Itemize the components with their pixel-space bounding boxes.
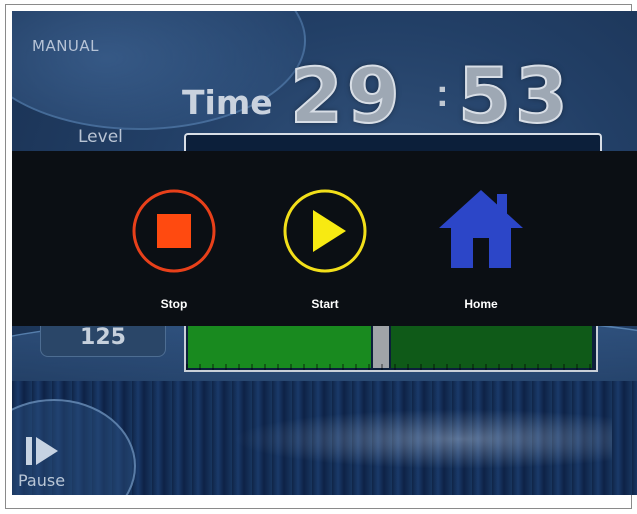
progress-remaining-segment [391, 326, 592, 368]
pause-button[interactable]: Pause [18, 427, 98, 493]
stop-button[interactable]: Stop [119, 151, 229, 326]
progress-position-marker [373, 326, 389, 368]
mode-label: MANUAL [32, 37, 100, 55]
timer-minutes: 29 [289, 50, 404, 141]
progress-completed-segment [188, 326, 371, 368]
play-icon [283, 189, 367, 273]
home-label: Home [464, 297, 498, 311]
level-label: Level [78, 127, 123, 147]
home-button[interactable]: Home [426, 151, 536, 326]
stop-icon [132, 189, 216, 273]
pause-play-icon [26, 437, 58, 465]
timer-seconds: 53 [457, 50, 572, 141]
timer-colon: : [436, 73, 449, 115]
start-button[interactable]: Start [270, 151, 380, 326]
pause-label: Pause [18, 471, 66, 490]
water-splash-graphic [232, 409, 612, 469]
start-label: Start [311, 297, 339, 311]
time-label: Time [182, 83, 273, 122]
workout-screen: MANUAL Time 29 : 53 Level 125 Pause Stop… [12, 11, 637, 495]
stop-label: Stop [160, 297, 188, 311]
action-overlay: Stop Start Home [12, 151, 637, 326]
workout-progress-bar [184, 326, 598, 372]
progress-ticks [186, 364, 596, 370]
window-frame: MANUAL Time 29 : 53 Level 125 Pause Stop… [5, 4, 637, 509]
home-icon [439, 190, 523, 268]
